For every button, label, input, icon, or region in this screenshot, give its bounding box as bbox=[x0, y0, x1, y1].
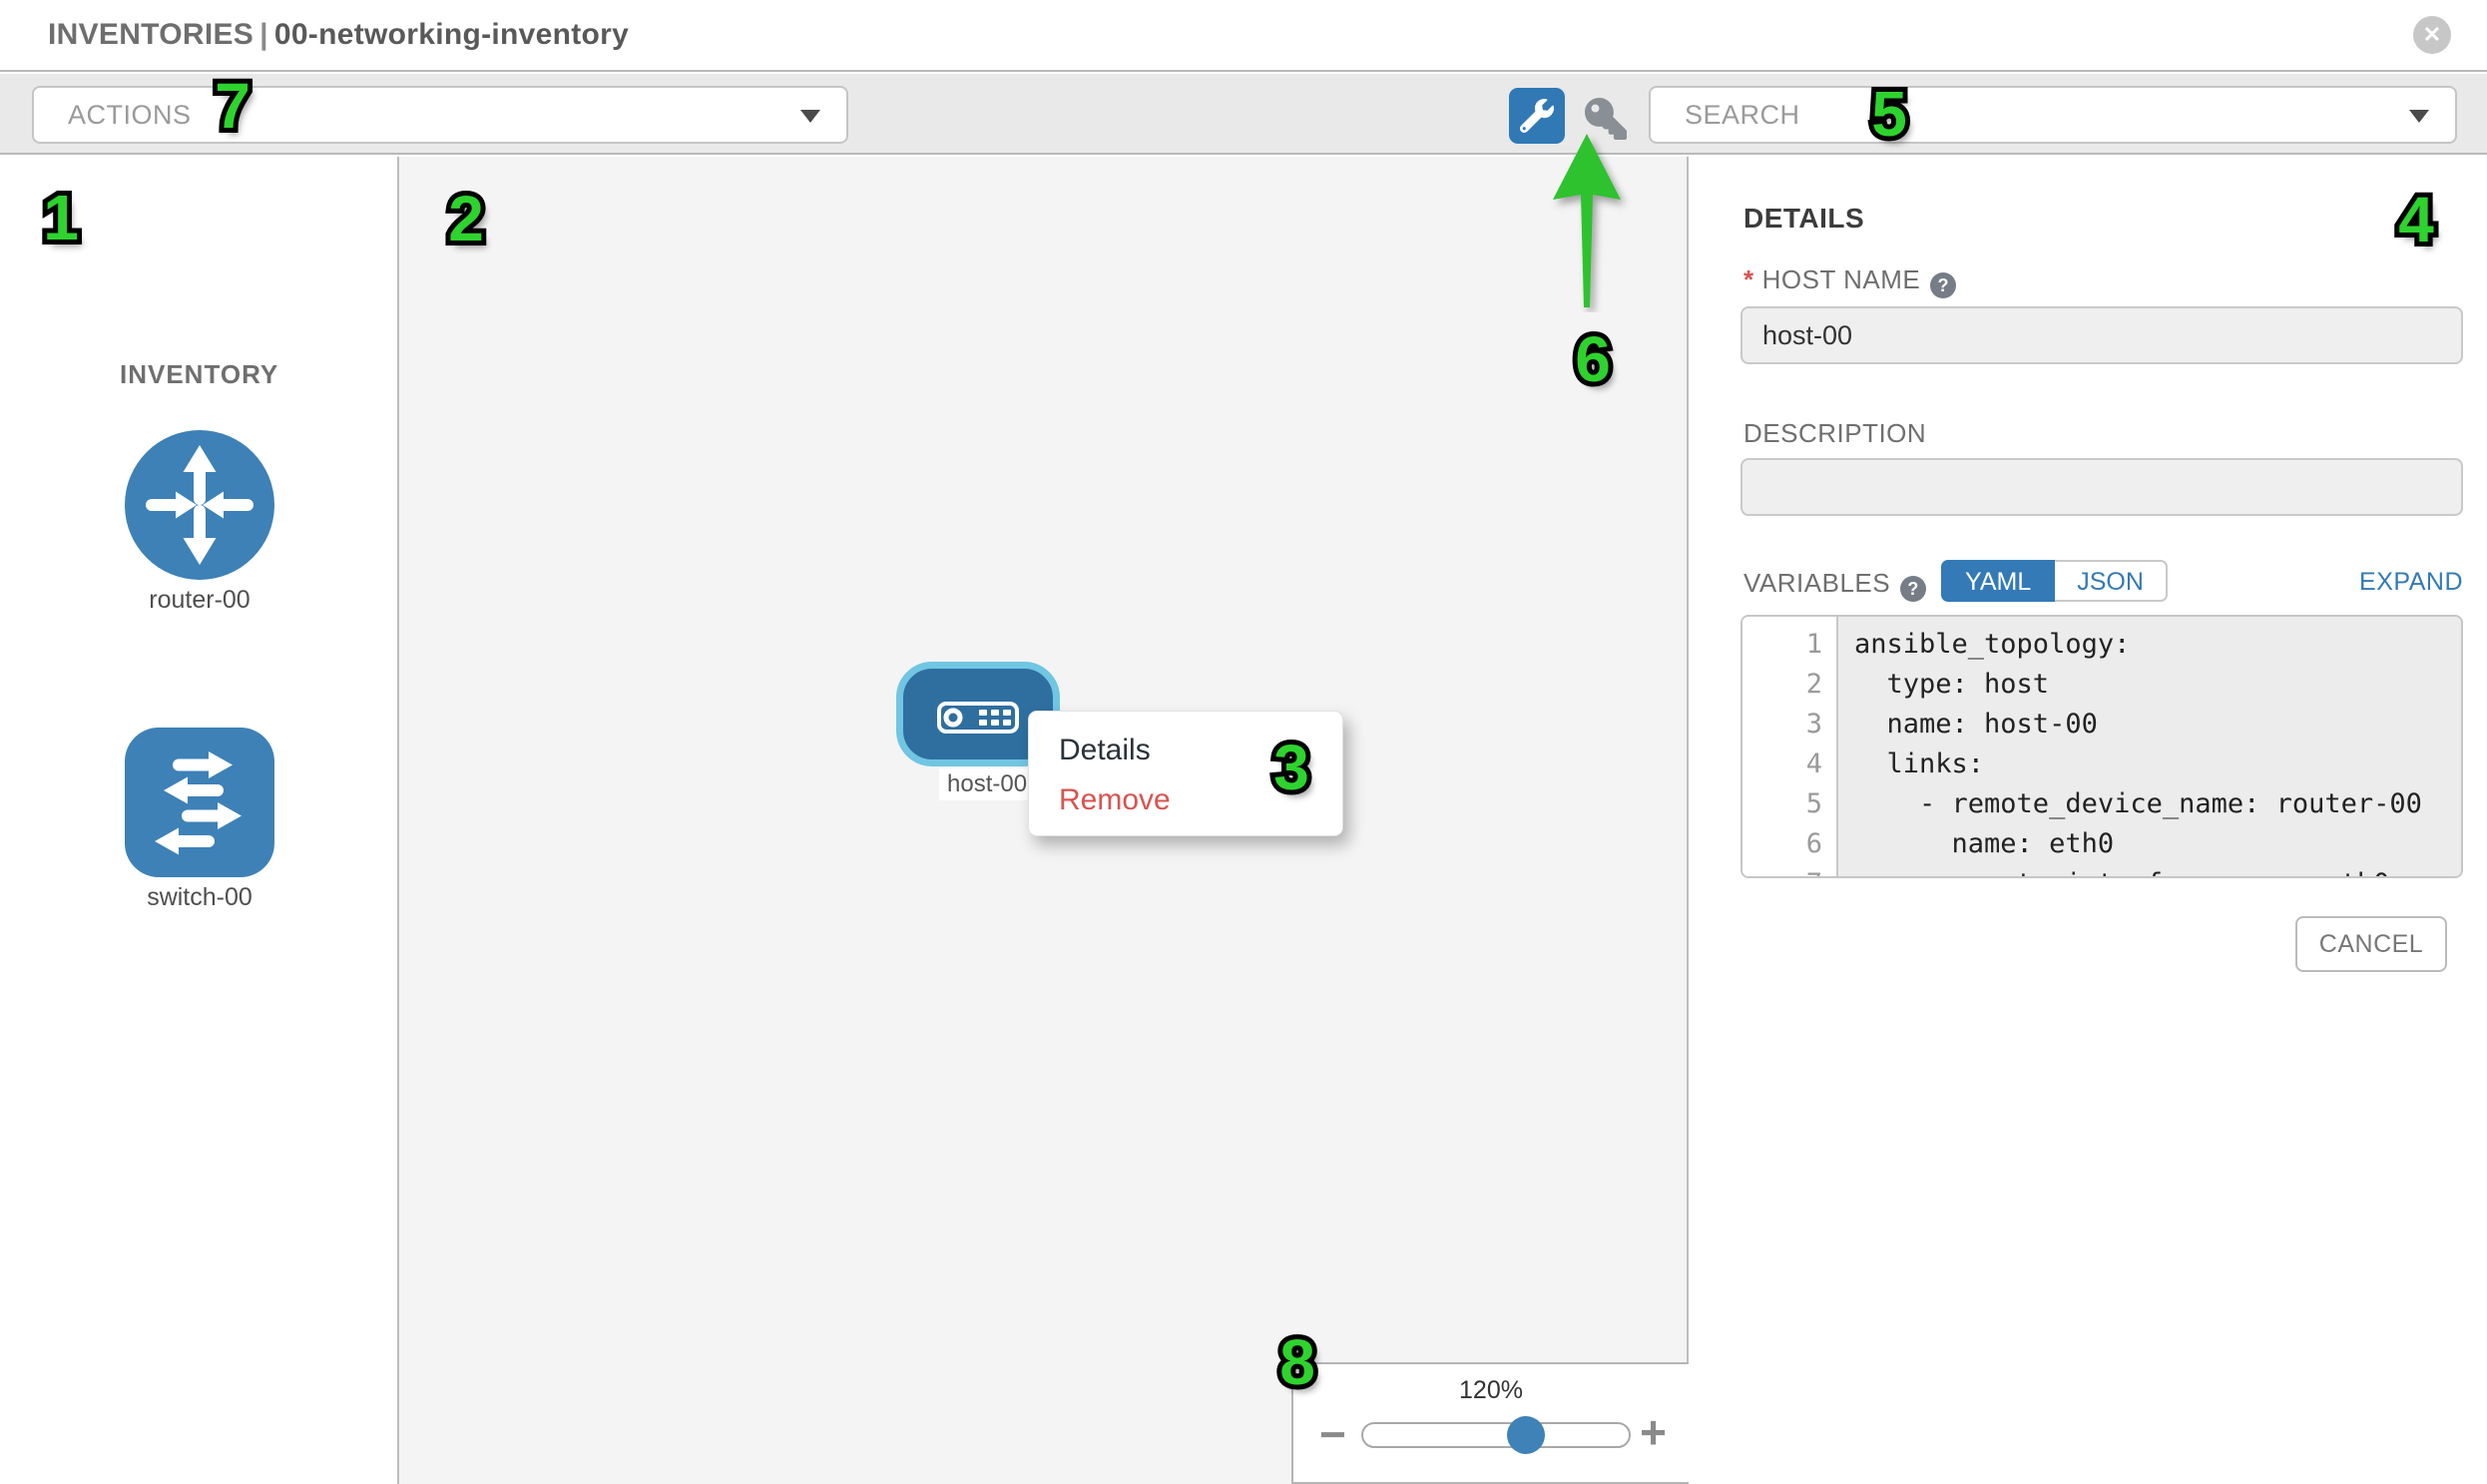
annotation-number-1: 1 bbox=[43, 181, 79, 254]
host-node-label: host-00 bbox=[939, 768, 1035, 800]
zoom-in-button[interactable]: + bbox=[1640, 1412, 1667, 1452]
variables-format-toggle: YAML JSON bbox=[1941, 560, 2168, 602]
router-icon bbox=[125, 430, 274, 580]
annotation-number-5: 5 bbox=[1871, 77, 1907, 151]
breadcrumb-inventory-name: 00-networking-inventory bbox=[274, 18, 629, 51]
chevron-down-icon bbox=[800, 110, 820, 123]
zoom-control-panel: 120% − + bbox=[1291, 1362, 1689, 1484]
switch-icon bbox=[125, 728, 274, 877]
annotation-number-6: 6 bbox=[1575, 322, 1611, 396]
details-panel-title: DETAILS bbox=[1743, 203, 1864, 235]
tab-json[interactable]: JSON bbox=[2055, 560, 2168, 602]
tab-yaml[interactable]: YAML bbox=[1941, 560, 2055, 602]
zoom-slider-thumb[interactable] bbox=[1507, 1416, 1545, 1454]
search-dropdown[interactable]: SEARCH bbox=[1649, 86, 2457, 144]
palette-item-router-label: router-00 bbox=[75, 586, 324, 615]
sidebar-title: INVENTORY bbox=[120, 359, 278, 390]
palette-item-switch[interactable] bbox=[125, 728, 274, 877]
description-label: DESCRIPTION bbox=[1743, 418, 1926, 449]
zoom-slider-track[interactable] bbox=[1361, 1422, 1631, 1448]
annotation-number-8: 8 bbox=[1279, 1325, 1315, 1399]
host-name-label: *HOST NAME? bbox=[1743, 264, 1956, 298]
required-asterisk: * bbox=[1743, 264, 1754, 294]
annotation-number-4: 4 bbox=[2398, 183, 2434, 256]
details-panel: DETAILS *HOST NAME? host-00 DESCRIPTION … bbox=[1689, 157, 2487, 1484]
editor-line-numbers: 1 2 3 4 5 6 7 bbox=[1742, 617, 1838, 876]
annotation-number-2: 2 bbox=[448, 182, 484, 255]
annotation-arrow-up-icon bbox=[1537, 128, 1637, 312]
palette-item-router[interactable] bbox=[125, 430, 274, 580]
zoom-level-value: 120% bbox=[1293, 1376, 1689, 1405]
expand-link[interactable]: EXPAND bbox=[2359, 568, 2463, 597]
variables-label: VARIABLES? bbox=[1743, 568, 1926, 602]
inventory-sidebar: INVENTORY router-00 bbox=[0, 157, 399, 1484]
chevron-down-icon bbox=[2409, 110, 2429, 123]
search-input[interactable]: SEARCH bbox=[1685, 88, 1800, 142]
variables-code-editor[interactable]: 1 2 3 4 5 6 7 ansible_topology: type: ho… bbox=[1741, 615, 2463, 878]
palette-item-switch-label: switch-00 bbox=[75, 883, 324, 912]
close-icon[interactable]: ✕ bbox=[2413, 16, 2451, 54]
annotation-number-7: 7 bbox=[215, 69, 250, 143]
host-icon bbox=[937, 702, 1019, 734]
zoom-out-button[interactable]: − bbox=[1319, 1414, 1346, 1454]
breadcrumb-separator: | bbox=[253, 18, 274, 51]
description-field[interactable] bbox=[1741, 458, 2463, 516]
cancel-button[interactable]: CANCEL bbox=[2295, 916, 2447, 972]
topology-canvas[interactable]: host-00 Details Remove 120% − + bbox=[399, 157, 1689, 1484]
help-icon[interactable]: ? bbox=[1930, 272, 1956, 298]
page-title: INVENTORIES|00-networking-inventory bbox=[48, 18, 629, 52]
breadcrumb-section: INVENTORIES bbox=[48, 18, 253, 51]
toolbar: ACTIONS SEARCH bbox=[0, 74, 2487, 155]
editor-code-lines[interactable]: ansible_topology: type: host name: host-… bbox=[1838, 617, 2461, 876]
help-icon[interactable]: ? bbox=[1900, 576, 1926, 602]
annotation-number-3: 3 bbox=[1273, 731, 1309, 804]
inventory-topology-window: INVENTORIES|00-networking-inventory ✕ AC… bbox=[0, 0, 2487, 1484]
actions-dropdown[interactable]: ACTIONS bbox=[32, 86, 848, 144]
window-header: INVENTORIES|00-networking-inventory ✕ bbox=[0, 0, 2487, 72]
host-name-field[interactable]: host-00 bbox=[1741, 306, 2463, 364]
actions-dropdown-label: ACTIONS bbox=[68, 88, 192, 142]
